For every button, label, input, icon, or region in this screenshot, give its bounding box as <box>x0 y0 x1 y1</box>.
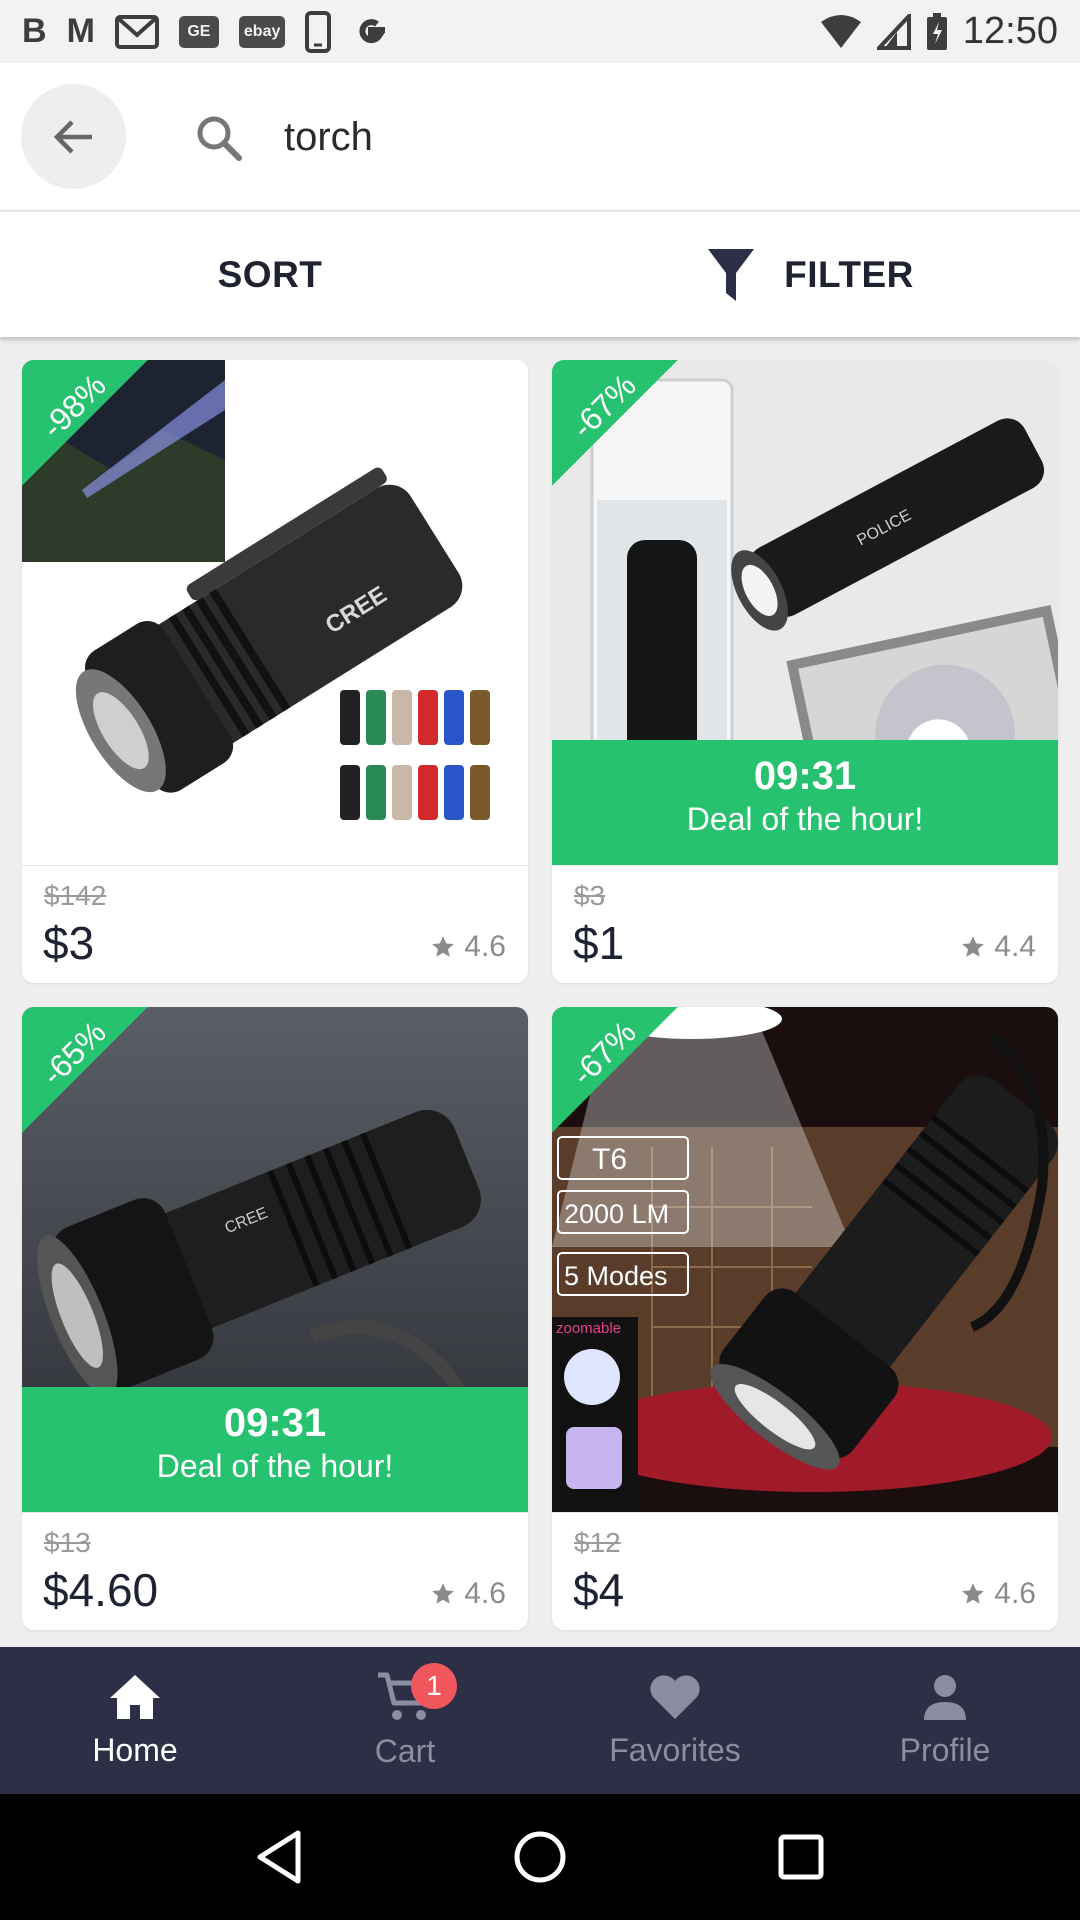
filter-label: FILTER <box>784 253 914 295</box>
nav-cart-label: Cart <box>374 1733 436 1769</box>
old-price: $3 <box>574 880 606 911</box>
discount-label: -67% <box>564 367 643 446</box>
sort-label: SORT <box>217 253 323 295</box>
cart-count-badge: 1 <box>411 1663 457 1709</box>
price: $4.60 <box>43 1564 159 1616</box>
discount-label: -65% <box>34 1014 113 1093</box>
nav-home-label: Home <box>92 1732 178 1768</box>
old-price: $13 <box>44 1527 91 1558</box>
recents-square-icon[interactable] <box>776 1832 826 1882</box>
star-icon <box>962 1583 985 1604</box>
rating-value: 4.6 <box>464 1577 506 1610</box>
back-button[interactable] <box>21 84 126 189</box>
deal-label: Deal of the hour! <box>686 801 924 837</box>
heart-icon <box>650 1675 700 1719</box>
price-area: $142 $3 4.6 <box>22 865 528 983</box>
discount-badge: -67% <box>552 1007 678 1133</box>
discount-label: -67% <box>564 1014 643 1093</box>
product-card[interactable]: T6 2000 LM 5 Modes zoomable -67% $12 $4 … <box>552 1007 1058 1630</box>
ebay-icon: ebay <box>238 15 286 48</box>
system-nav-bar <box>0 1794 1080 1920</box>
deal-banner: 09:31 Deal of the hour! <box>22 1387 528 1512</box>
nav-favorites-label: Favorites <box>609 1732 741 1768</box>
deal-label: Deal of the hour! <box>156 1448 394 1484</box>
rating-value: 4.4 <box>994 930 1036 963</box>
rating-value: 4.6 <box>994 1577 1036 1610</box>
search-icon <box>197 116 242 161</box>
deal-timer: 09:31 <box>753 754 857 798</box>
sort-filter-bar: SORT FILTER <box>0 212 1080 337</box>
nav-favorites[interactable]: Favorites <box>540 1647 810 1794</box>
image-label: 5 Modes <box>564 1261 668 1291</box>
star-icon <box>962 936 985 957</box>
deal-timer: 09:31 <box>223 1401 327 1445</box>
product-card[interactable]: CREE -65% 09:31 Deal of the hour! $13 $4… <box>22 1007 528 1630</box>
nav-cart[interactable]: Cart 1 <box>270 1647 540 1794</box>
arrow-left-icon <box>53 119 92 154</box>
image-label: zoomable <box>556 1320 621 1337</box>
discount-label: -98% <box>34 367 113 446</box>
clock: 12:50 <box>962 10 1058 52</box>
phone-icon <box>305 10 332 53</box>
star-icon <box>432 936 455 957</box>
search-header <box>0 63 1080 211</box>
image-label: 2000 LM <box>564 1199 669 1229</box>
price-area: $12 $4 4.6 <box>552 1512 1058 1630</box>
price-area: $3 $1 4.4 <box>552 865 1058 983</box>
star-icon <box>432 1583 455 1604</box>
nav-profile[interactable]: Profile <box>810 1647 1080 1794</box>
filter-icon <box>708 248 755 301</box>
home-circle-icon[interactable] <box>512 1829 568 1885</box>
nav-profile-label: Profile <box>899 1732 991 1768</box>
rating: 4.4 <box>960 930 1036 964</box>
person-icon <box>924 1675 966 1720</box>
nav-home[interactable]: Home <box>0 1647 270 1794</box>
product-card[interactable]: POLICE -67% 09:31 Deal of the hour! $3 $… <box>552 360 1058 983</box>
product-card[interactable]: CREE -98% $142 $3 4.6 <box>22 360 528 983</box>
m-icon: M <box>66 12 95 50</box>
ge-icon: GE <box>178 15 219 48</box>
price: $3 <box>43 917 95 969</box>
sort-button[interactable]: SORT <box>0 212 540 337</box>
rating: 4.6 <box>430 1577 506 1611</box>
image-label: T6 <box>592 1143 627 1176</box>
discount-badge: -65% <box>22 1007 148 1133</box>
battery-icon <box>925 12 949 52</box>
price-area: $13 $4.60 4.6 <box>22 1512 528 1630</box>
status-bar: B M GE ebay 12:50 <box>0 0 1080 63</box>
rating-value: 4.6 <box>464 930 506 963</box>
gmail-icon <box>114 12 159 52</box>
back-triangle-icon[interactable] <box>254 1829 304 1885</box>
discount-badge: -67% <box>552 360 678 486</box>
old-price: $142 <box>44 880 107 911</box>
price: $4 <box>573 1564 625 1616</box>
filter-button[interactable]: FILTER <box>540 212 1080 337</box>
search-input[interactable] <box>284 105 984 169</box>
product-grid: CREE -98% $142 $3 4.6 POLICE -67% 09:31 … <box>22 360 1058 1630</box>
google-icon <box>351 12 391 52</box>
b-icon: B <box>22 12 47 50</box>
old-price: $12 <box>574 1527 621 1558</box>
signal-icon <box>876 13 911 50</box>
deal-banner: 09:31 Deal of the hour! <box>552 740 1058 865</box>
bottom-nav: Home Cart 1 Favorites Profile <box>0 1647 1080 1794</box>
rating: 4.6 <box>960 1577 1036 1611</box>
wifi-icon <box>819 14 863 50</box>
rating: 4.6 <box>430 930 506 964</box>
discount-badge: -98% <box>22 360 148 486</box>
home-icon <box>110 1675 160 1719</box>
price: $1 <box>573 917 625 969</box>
